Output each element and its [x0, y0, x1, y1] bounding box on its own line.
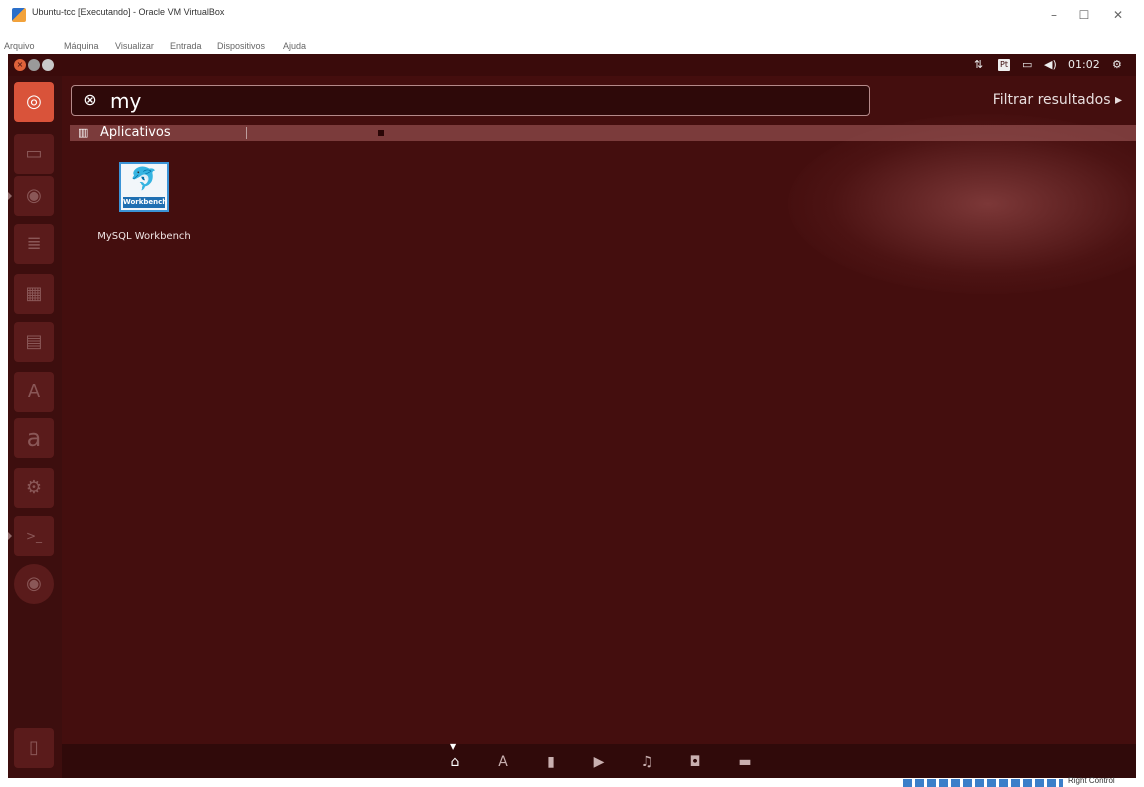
host-key-label: Right Control	[1068, 776, 1115, 785]
window-title: Ubuntu-tcc [Executando] - Oracle VM Virt…	[32, 7, 225, 17]
launcher-calc-button[interactable]: ▦	[14, 274, 54, 314]
close-icon: ×	[16, 60, 24, 69]
clear-search-icon[interactable]: ⊗	[80, 90, 100, 110]
maximize-button[interactable]: ☐	[1070, 6, 1098, 24]
menu-entrada[interactable]: Entrada	[170, 41, 202, 51]
applications-category-icon: ▥	[78, 126, 89, 139]
menu-dispositivos[interactable]: Dispositivos	[217, 41, 265, 51]
firefox-icon: ◉	[26, 185, 42, 206]
launcher-settings-button[interactable]: ⚙	[14, 468, 54, 508]
launcher-files-button[interactable]: ▭	[14, 134, 54, 174]
menu-arquivo[interactable]: Arquivo	[4, 41, 35, 51]
photos-lens-icon[interactable]: ◘	[684, 752, 706, 772]
home-lens-icon[interactable]: ⌂	[444, 752, 466, 772]
launcher: ◎ ▭ ◉ ≣ ▦ ▤ A a ⚙ >_ ◉ ▯	[8, 76, 62, 778]
launcher-impress-button[interactable]: ▤	[14, 322, 54, 362]
dash-glow	[788, 114, 1136, 294]
search-query-text[interactable]: my	[110, 87, 141, 115]
social-lens-icon[interactable]: ▬	[734, 752, 756, 772]
active-lens-caret: ▼	[450, 742, 457, 751]
device-status-icons[interactable]	[903, 779, 1063, 787]
libreoffice-calc-icon: ▦	[25, 283, 43, 304]
dash-search-field[interactable]: ⊗ my	[71, 85, 870, 116]
launcher-trash-button[interactable]: ▯	[14, 728, 54, 768]
menu-visualizar[interactable]: Visualizar	[115, 41, 154, 51]
video-lens-icon[interactable]: ▶	[588, 752, 610, 772]
mysql-workbench-label[interactable]: MySQL Workbench	[83, 231, 205, 242]
launcher-software-center-button[interactable]: A	[14, 372, 54, 412]
applications-lens-icon[interactable]: A	[492, 752, 514, 772]
category-header-applications[interactable]: ▥ Aplicativos	[70, 125, 1136, 141]
close-button[interactable]: ✕	[1104, 6, 1132, 24]
files-icon: ▭	[25, 143, 43, 164]
launcher-amazon-button[interactable]: a	[14, 418, 54, 458]
category-separator	[246, 127, 247, 139]
filter-results-label: Filtrar resultados	[992, 92, 1111, 108]
menu-ajuda[interactable]: Ajuda	[283, 41, 306, 51]
amazon-icon: a	[26, 424, 42, 452]
launcher-writer-button[interactable]: ≣	[14, 224, 54, 264]
vbox-menubar: Arquivo Máquina Visualizar Entrada Dispo…	[0, 40, 1144, 54]
system-gear-icon[interactable]: ⚙	[1112, 54, 1122, 76]
dash-maximize-button[interactable]	[42, 59, 54, 71]
running-indicator	[8, 532, 12, 540]
launcher-terminal-button[interactable]: >_	[8, 516, 54, 556]
chevron-right-icon: ▸	[1114, 92, 1122, 108]
running-indicator	[8, 192, 12, 200]
volume-icon[interactable]: ◀)	[1044, 54, 1057, 76]
system-settings-icon: ⚙	[25, 477, 43, 498]
terminal-icon: >_	[25, 529, 43, 543]
mysql-workbench-tile[interactable]: 🐬 Workbench	[119, 162, 169, 212]
lens-bar: ▼ ⌂ A ▮ ▶ ♫ ◘ ▬	[62, 742, 1136, 778]
filter-results-button[interactable]: Filtrar resultados ▸	[993, 92, 1122, 108]
category-label: Aplicativos	[100, 125, 171, 140]
workbench-logo-text: Workbench	[123, 197, 168, 208]
launcher-dvd-button[interactable]: ◉	[14, 564, 54, 604]
dvd-icon: ◉	[26, 573, 42, 594]
keyboard-layout-indicator[interactable]: Pt	[998, 59, 1010, 71]
dash-minimize-button[interactable]	[28, 59, 40, 71]
libreoffice-impress-icon: ▤	[25, 331, 43, 352]
virtualbox-icon	[12, 8, 26, 22]
ubuntu-top-panel: × ⇅ Pt ▭ ◀) 01:02 ⚙	[8, 54, 1136, 76]
clock[interactable]: 01:02	[1068, 54, 1100, 76]
trash-icon: ▯	[29, 737, 39, 758]
music-lens-icon[interactable]: ♫	[636, 752, 658, 772]
ubuntu-dash-icon: ◎	[26, 91, 42, 112]
minimize-button[interactable]: –	[1040, 6, 1068, 24]
vbox-titlebar: Ubuntu-tcc [Executando] - Oracle VM Virt…	[0, 0, 1144, 30]
files-lens-icon[interactable]: ▮	[540, 752, 562, 772]
software-center-icon: A	[27, 381, 41, 402]
launcher-dash-button[interactable]: ◎	[14, 82, 54, 122]
launcher-firefox-button[interactable]: ◉	[8, 176, 54, 216]
battery-icon[interactable]: ▭	[1022, 54, 1032, 76]
mysql-dolphin-icon: 🐬	[130, 167, 158, 192]
menu-maquina[interactable]: Máquina	[64, 41, 99, 51]
vbox-statusbar: Right Control	[0, 776, 1144, 787]
network-arrows-icon[interactable]: ⇅	[974, 54, 983, 76]
libreoffice-writer-icon: ≣	[26, 233, 42, 254]
guest-screen: × ⇅ Pt ▭ ◀) 01:02 ⚙ ◎ ▭ ◉ ≣ ▦ ▤ A a ⚙ >_…	[8, 54, 1136, 778]
dash-close-button[interactable]: ×	[14, 59, 26, 71]
category-marker	[378, 130, 384, 136]
